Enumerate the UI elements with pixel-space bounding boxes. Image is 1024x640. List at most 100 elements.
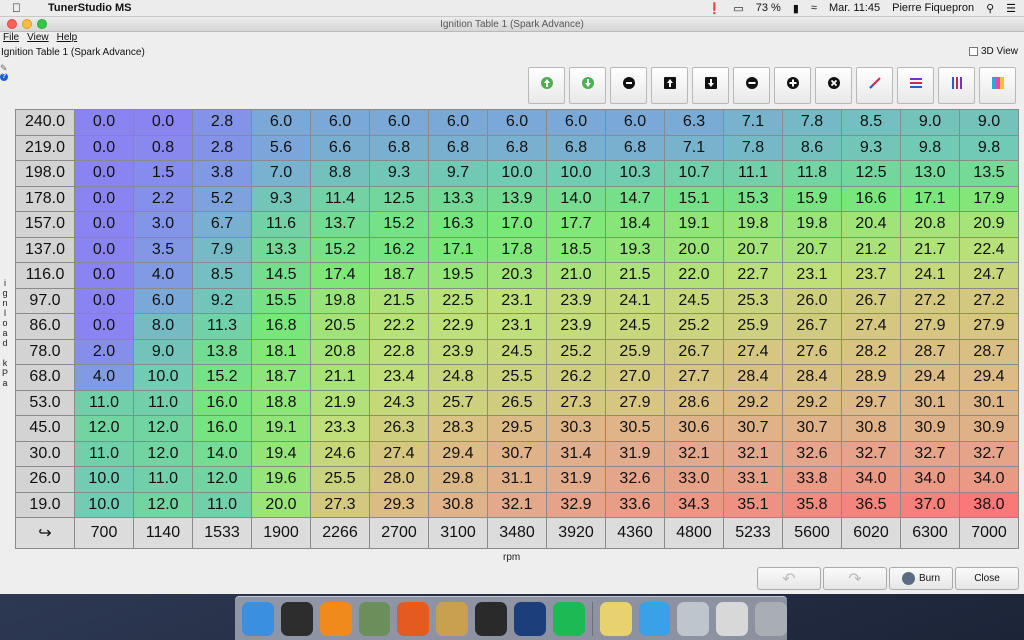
load-axis-cell[interactable]: 68.0 [15,364,75,391]
table-cell[interactable]: 27.9 [959,313,1019,340]
table-cell[interactable]: 18.7 [369,262,429,289]
table-cell[interactable]: 2.2 [133,185,193,212]
table-cell[interactable]: 29.7 [841,389,901,416]
table-cell[interactable]: 6.8 [428,134,488,161]
table-cell[interactable]: 4.0 [74,364,134,391]
table-cell[interactable]: 16.6 [841,185,901,212]
table-cell[interactable]: 23.9 [546,313,606,340]
load-axis-cell[interactable]: 45.0 [15,415,75,442]
table-cell[interactable]: 22.8 [369,338,429,365]
table-cell[interactable]: 26.3 [369,415,429,442]
table-cell[interactable]: 26.7 [841,287,901,314]
table-cell[interactable]: 10.7 [664,160,724,187]
table-cell[interactable]: 25.5 [310,466,370,493]
table-cell[interactable]: 6.0 [605,109,665,136]
load-axis-cell[interactable]: 19.0 [15,491,75,518]
table-cell[interactable]: 33.8 [782,466,842,493]
spotify-icon[interactable] [552,601,585,636]
rpm-axis-cell[interactable]: 700 [74,517,134,549]
wifi-icon[interactable]: ≈ [811,2,817,14]
battery-icon[interactable]: ▮ [793,2,799,15]
table-cell[interactable]: 0.0 [74,211,134,238]
downloads-folder-icon[interactable] [638,601,671,636]
load-axis-cell[interactable]: 53.0 [15,389,75,416]
table-cell[interactable]: 30.9 [900,415,960,442]
table-cell[interactable]: 13.3 [428,185,488,212]
view-3d-toggle[interactable]: 3D View [968,46,1018,57]
table-cell[interactable]: 22.2 [369,313,429,340]
table-cell[interactable]: 6.0 [133,287,193,314]
table-cell[interactable]: 21.5 [369,287,429,314]
table-cell[interactable]: 2.8 [192,109,252,136]
table-cell[interactable]: 23.1 [782,262,842,289]
table-cell[interactable]: 24.8 [428,364,488,391]
table-cell[interactable]: 11.0 [74,440,134,467]
table-cell[interactable]: 15.9 [782,185,842,212]
table-cell[interactable]: 16.3 [428,211,488,238]
vlc-icon[interactable] [319,601,352,636]
table-cell[interactable]: 23.1 [487,313,547,340]
table-cell[interactable]: 13.8 [192,338,252,365]
table-cell[interactable]: 7.0 [251,160,311,187]
table-cell[interactable]: 11.3 [192,313,252,340]
table-cell[interactable]: 8.0 [133,313,193,340]
decrease-button[interactable] [733,67,770,104]
arrow-down-box-button[interactable] [692,67,729,104]
table-cell[interactable]: 9.8 [900,134,960,161]
down-arrow-button[interactable] [569,67,606,104]
table-cell[interactable]: 25.9 [723,313,783,340]
table-cell[interactable]: 18.8 [251,389,311,416]
table-cell[interactable]: 30.7 [487,440,547,467]
table-cell[interactable]: 15.5 [251,287,311,314]
table-cell[interactable]: 17.1 [900,185,960,212]
table-cell[interactable]: 25.7 [428,389,488,416]
table-cell[interactable]: 17.0 [487,211,547,238]
efi-analytics-icon[interactable] [514,601,546,636]
load-axis-cell[interactable]: 86.0 [15,313,75,340]
table-cell[interactable]: 23.4 [369,364,429,391]
table-cell[interactable]: 18.5 [546,236,606,263]
table-cell[interactable]: 28.2 [841,338,901,365]
table-cell[interactable]: 21.2 [841,236,901,263]
load-axis-cell[interactable]: 137.0 [15,236,75,263]
table-cell[interactable]: 26.2 [546,364,606,391]
firefox-icon[interactable] [397,601,430,636]
table-cell[interactable]: 22.9 [428,313,488,340]
table-cell[interactable]: 27.3 [546,389,606,416]
table-cell[interactable]: 20.7 [782,236,842,263]
photos-icon[interactable] [436,601,469,636]
table-cell[interactable]: 22.4 [959,236,1019,263]
table-cell[interactable]: 23.9 [428,338,488,365]
table-cell[interactable]: 27.4 [841,313,901,340]
close-window-icon[interactable] [7,19,17,29]
table-cell[interactable]: 3.0 [133,211,193,238]
table-cell[interactable]: 10.0 [133,364,193,391]
table-cell[interactable]: 7.1 [723,109,783,136]
table-cell[interactable]: 9.0 [900,109,960,136]
table-cell[interactable]: 27.7 [664,364,724,391]
rpm-axis-cell[interactable]: 4800 [664,517,724,549]
table-cell[interactable]: 20.0 [251,491,311,518]
table-cell[interactable]: 24.5 [664,287,724,314]
clear-button[interactable] [815,67,852,104]
table-cell[interactable]: 16.0 [192,389,252,416]
table-cell[interactable]: 16.2 [369,236,429,263]
table-cell[interactable]: 21.5 [605,262,665,289]
rpm-axis-cell[interactable]: 3100 [428,517,488,549]
table-cell[interactable]: 28.7 [900,338,960,365]
table-cell[interactable]: 28.7 [959,338,1019,365]
table-cell[interactable]: 1.5 [133,160,193,187]
clock[interactable]: Mar. 11:45 [829,2,880,14]
table-cell[interactable]: 14.0 [192,440,252,467]
table-cell[interactable]: 17.1 [428,236,488,263]
table-cell[interactable]: 13.5 [959,160,1019,187]
table-cell[interactable]: 25.2 [664,313,724,340]
table-cell[interactable]: 3.5 [133,236,193,263]
table-cell[interactable]: 26.7 [782,313,842,340]
load-axis-cell[interactable]: 198.0 [15,160,75,187]
table-cell[interactable]: 0.0 [74,185,134,212]
table-cell[interactable]: 2.8 [192,134,252,161]
table-cell[interactable]: 12.0 [133,491,193,518]
table-cell[interactable]: 31.9 [546,466,606,493]
table-cell[interactable]: 14.0 [546,185,606,212]
